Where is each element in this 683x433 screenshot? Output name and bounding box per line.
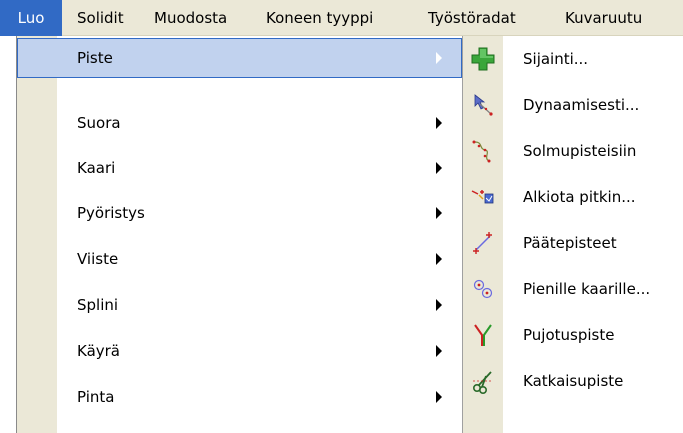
submenu-arrow-icon [436,52,442,64]
submenu-arrow-icon [436,207,442,219]
menu-item-suora[interactable]: Suora [17,103,462,143]
menu-tyostoradat[interactable]: Työstöradat [428,0,516,36]
submenu-item-label: Solmupisteisiin [523,142,637,160]
submenu-item-pujotuspiste[interactable]: Pujotuspiste [463,312,683,358]
submenu-item-label: Pienille kaarille... [523,280,651,298]
submenu-arrow-icon [436,117,442,129]
menu-bar: Luo Solidit Muodosta Koneen tyyppi Työst… [0,0,683,36]
submenu-arrow-icon [436,162,442,174]
submenu-item-dynaamisesti[interactable]: Dynaamisesti... [463,82,683,128]
submenu-item-label: Päätepisteet [523,234,617,252]
menu-muodosta[interactable]: Muodosta [154,0,227,36]
submenu-item-sijainti[interactable]: Sijainti... [463,36,683,82]
scissors-cut-icon [469,367,497,395]
menu-icon-gutter [17,36,57,433]
submenu-item-label: Pujotuspiste [523,326,615,344]
along-entity-icon [469,183,497,211]
menu-kuvaruutu[interactable]: Kuvaruutu [565,0,642,36]
menu-item-label: Käyrä [77,342,121,360]
submenu-item-label: Dynaamisesti... [523,96,640,114]
menu-item-pinta[interactable]: Pinta [17,377,462,417]
submenu-arrow-icon [436,345,442,357]
menu-item-kaari[interactable]: Kaari [17,148,462,188]
menu-item-label: Kaari [77,159,116,177]
menu-item-label: Piste [77,49,113,67]
submenu-item-label: Katkaisupiste [523,372,624,390]
endpoints-icon [469,229,497,257]
submenu-item-katkaisupiste[interactable]: Katkaisupiste [463,358,683,404]
luo-dropdown-menu: Piste Suora Kaari Pyöristys Viiste Splin… [16,36,462,433]
menu-luo[interactable]: Luo [0,0,62,36]
menu-koneen-tyyppi[interactable]: Koneen tyyppi [266,0,373,36]
menu-item-pyoristys[interactable]: Pyöristys [17,193,462,233]
small-arcs-icon [469,275,497,303]
node-points-icon [469,137,497,165]
menu-item-label: Viiste [77,250,119,268]
menu-item-label: Pinta [77,388,115,406]
menu-item-piste[interactable]: Piste [17,38,462,78]
submenu-item-pienille-kaarille[interactable]: Pienille kaarille... [463,266,683,312]
submenu-arrow-icon [436,253,442,265]
submenu-item-paatepisteet[interactable]: Päätepisteet [463,220,683,266]
submenu-item-solmupisteisiin[interactable]: Solmupisteisiin [463,128,683,174]
submenu-arrow-icon [436,391,442,403]
menu-item-label: Pyöristys [77,204,145,222]
dynamic-point-icon [469,91,497,119]
green-plus-icon [469,45,497,73]
menu-item-viiste[interactable]: Viiste [17,239,462,279]
submenu-item-label: Alkiota pitkin... [523,188,636,206]
menu-item-label: Splini [77,296,119,314]
submenu-arrow-icon [436,299,442,311]
menu-item-splini[interactable]: Splini [17,285,462,325]
menu-item-label: Suora [77,114,121,132]
piste-submenu: Sijainti... Dynaamisesti... Solmupisteis… [462,36,683,433]
branch-point-icon [469,321,497,349]
menu-solidit[interactable]: Solidit [77,0,124,36]
submenu-item-label: Sijainti... [523,50,589,68]
submenu-item-alkiota-pitkin[interactable]: Alkiota pitkin... [463,174,683,220]
menu-item-kayra[interactable]: Käyrä [17,331,462,371]
